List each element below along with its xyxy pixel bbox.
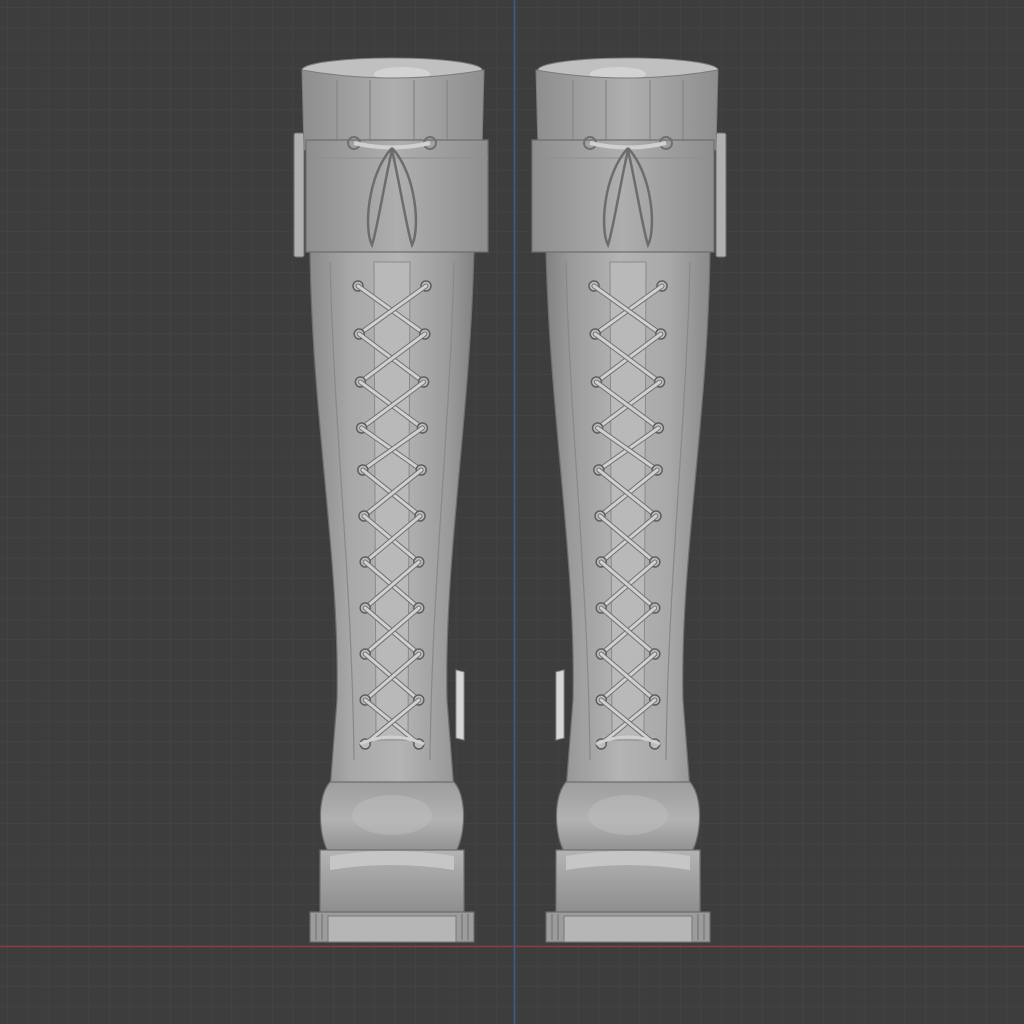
viewport-scene[interactable] <box>0 0 1024 1024</box>
tread-center <box>563 915 693 943</box>
toe-highlight <box>352 795 432 835</box>
grid-minor <box>0 0 1024 1024</box>
buckle-strap <box>293 132 305 258</box>
ankle-strap <box>305 139 489 253</box>
3d-viewport[interactable] <box>0 0 1024 1024</box>
heel-tab <box>455 669 465 741</box>
buckle-strap <box>715 132 727 258</box>
collar <box>535 69 719 151</box>
collar <box>301 69 485 151</box>
heel-tab <box>555 669 565 741</box>
toe-highlight <box>588 795 668 835</box>
tread-center <box>327 915 457 943</box>
ankle-strap <box>531 139 715 253</box>
